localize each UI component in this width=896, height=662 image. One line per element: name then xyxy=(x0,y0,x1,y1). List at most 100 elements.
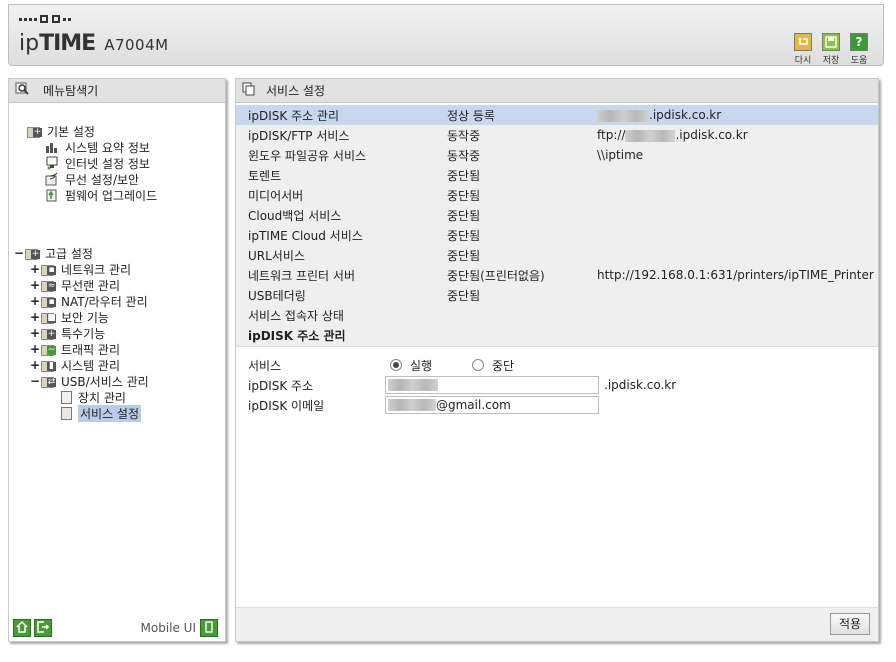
section-title: ipDISK 주소 관리 xyxy=(236,325,878,347)
service-status: 중단됨 xyxy=(447,208,481,223)
home-icon xyxy=(16,620,28,633)
special-folder-icon: + xyxy=(41,327,57,340)
service-radio-row: 서비스 실행 중단 xyxy=(236,355,878,375)
lock-folder-icon: ■ xyxy=(41,311,57,324)
brand-dots-logo xyxy=(19,15,71,23)
email-row: ipDISK 이메일 @gmail.com xyxy=(236,395,878,415)
panel-title: 서비스 설정 xyxy=(266,84,326,98)
tree-basic-settings[interactable]: + 기본 설정 xyxy=(27,123,95,139)
home-button[interactable] xyxy=(13,619,31,637)
table-row[interactable]: ipTIME Cloud 서비스 중단됨 xyxy=(236,225,878,245)
table-row[interactable]: ipDISK/FTP 서비스 동작중 ftp:// .ipdisk.co.kr xyxy=(236,125,878,145)
help-button[interactable]: ? 도움 xyxy=(849,33,869,66)
folder-icon: + xyxy=(27,125,43,138)
service-info: .ipdisk.co.kr xyxy=(597,108,878,122)
services-table: ipDISK 주소 관리 정상 등록 .ipdisk.co.kr ipDISK/… xyxy=(236,105,878,325)
brand-logo: ipTIME A7004M xyxy=(19,31,169,56)
page-icon xyxy=(61,390,72,404)
tree-item-wireless-security[interactable]: 무선 설정/보안 xyxy=(45,171,139,187)
logout-button[interactable] xyxy=(34,619,52,637)
tree-item-system[interactable]: + ▮ 시스템 관리 xyxy=(29,357,120,373)
stop-option[interactable]: 중단 xyxy=(472,357,514,374)
expand-toggle[interactable]: + xyxy=(29,294,41,308)
table-row[interactable]: 토렌트 중단됨 xyxy=(236,165,878,185)
table-row[interactable]: USB테더링 중단됨 xyxy=(236,285,878,305)
page-icon xyxy=(61,406,72,420)
tree-item-network[interactable]: + ▪ 네트워크 관리 xyxy=(29,261,131,277)
table-row[interactable]: ipDISK 주소 관리 정상 등록 .ipdisk.co.kr xyxy=(236,105,878,125)
expand-toggle[interactable]: + xyxy=(29,310,41,324)
tree-item-device-manage[interactable]: 장치 관리 xyxy=(61,389,126,405)
expand-toggle[interactable]: + xyxy=(29,326,41,340)
run-radio[interactable] xyxy=(390,359,402,371)
expand-toggle[interactable]: + xyxy=(29,342,41,356)
tree-advanced-settings[interactable]: − + 고급 설정 xyxy=(13,245,93,261)
brand-ip-text: ip xyxy=(19,31,40,56)
service-status: 중단됨 xyxy=(447,248,481,263)
service-name: 서비스 접속자 상태 xyxy=(248,308,344,323)
tree-item-security[interactable]: + ■ 보안 기능 xyxy=(29,309,109,325)
tree-item-nat-router[interactable]: + ▪ NAT/라우터 관리 xyxy=(29,293,148,309)
tree-item-internet-info[interactable]: 인터넷 설정 정보 xyxy=(45,155,150,171)
save-icon xyxy=(822,33,840,51)
service-name: ipTIME Cloud 서비스 xyxy=(248,228,363,243)
expand-toggle[interactable]: + xyxy=(29,262,41,276)
address-row: ipDISK 주소 .ipdisk.co.kr xyxy=(236,375,878,395)
ipdisk-address-input[interactable] xyxy=(385,376,599,394)
tree-item-traffic[interactable]: + ~ 트래픽 관리 xyxy=(29,341,120,357)
expand-toggle[interactable]: + xyxy=(29,358,41,372)
undo-label: 다시 xyxy=(794,56,812,66)
service-status: 중단됨 xyxy=(447,228,481,243)
system-folder-icon: ▮ xyxy=(41,359,57,372)
page-copy-icon xyxy=(242,82,256,99)
tree-item-system-summary[interactable]: 시스템 요약 정보 xyxy=(45,139,150,155)
service-info-suffix: .ipdisk.co.kr xyxy=(675,128,748,142)
ipdisk-email-input[interactable]: @gmail.com xyxy=(385,396,599,414)
panel-footer: 적용 xyxy=(236,607,878,641)
collapse-toggle[interactable]: − xyxy=(29,374,41,388)
tree-item-label: 네트워크 관리 xyxy=(61,262,132,277)
redacted-email-user xyxy=(388,399,436,411)
stop-label: 중단 xyxy=(492,358,515,373)
router-folder-icon: ▪ xyxy=(41,295,57,308)
redacted-host xyxy=(597,109,649,122)
apply-button[interactable]: 적용 xyxy=(830,613,870,635)
tree-item-special[interactable]: + + 특수기능 xyxy=(29,325,105,341)
service-info-suffix: .ipdisk.co.kr xyxy=(649,108,722,122)
mobile-button[interactable] xyxy=(200,619,218,637)
table-row[interactable]: 미디어서버 중단됨 xyxy=(236,185,878,205)
table-row[interactable]: Cloud백업 서비스 중단됨 xyxy=(236,205,878,225)
email-domain: @gmail.com xyxy=(436,398,511,412)
undo-icon xyxy=(794,33,812,51)
service-status: 중단됨 xyxy=(447,168,481,183)
tree-item-label: 장치 관리 xyxy=(78,390,126,405)
collapse-toggle[interactable]: − xyxy=(13,246,25,260)
run-option[interactable]: 실행 xyxy=(390,357,432,374)
mobile-ui-link[interactable]: Mobile UI xyxy=(141,621,197,635)
service-name: Cloud백업 서비스 xyxy=(248,208,342,223)
tree-item-firmware-upgrade[interactable]: 펌웨어 업그레이드 xyxy=(45,187,157,203)
upgrade-icon xyxy=(45,188,59,202)
menu-explorer-panel: 메뉴탐색기 + 기본 설정 시스템 요약 정보 인터넷 설정 정보 무선 설정/… xyxy=(8,78,226,642)
wireless-icon xyxy=(45,172,59,186)
phone-icon xyxy=(205,621,213,633)
tree-item-wlan[interactable]: + ≈ 무선랜 관리 xyxy=(29,277,120,293)
tree-item-service-settings[interactable]: 서비스 설정 xyxy=(61,404,142,422)
table-row[interactable]: 서비스 접속자 상태 xyxy=(236,305,878,325)
table-row[interactable]: URL서비스 중단됨 xyxy=(236,245,878,265)
undo-button[interactable]: 다시 xyxy=(793,33,813,66)
table-row[interactable]: 윈도우 파일공유 서비스 동작중 \\iptime xyxy=(236,145,878,165)
expand-toggle[interactable]: + xyxy=(29,278,41,292)
table-row[interactable]: 네트워크 프린터 서버 중단됨(프린터없음) http://192.168.0.… xyxy=(236,265,878,285)
run-label: 실행 xyxy=(410,358,433,373)
tree-advanced-label: 고급 설정 xyxy=(45,246,93,261)
save-button[interactable]: 저장 xyxy=(821,33,841,66)
tree-item-usb-service[interactable]: − ⇄ USB/서비스 관리 xyxy=(29,373,149,389)
stop-radio[interactable] xyxy=(472,359,484,371)
tree-item-label: USB/서비스 관리 xyxy=(61,374,149,389)
service-info: ftp:// .ipdisk.co.kr xyxy=(597,128,878,142)
logout-icon xyxy=(37,621,50,633)
service-status: 정상 등록 xyxy=(447,108,495,123)
help-icon: ? xyxy=(850,33,868,51)
top-header: ipTIME A7004M 다시 저장 ? 도움 xyxy=(8,4,884,66)
